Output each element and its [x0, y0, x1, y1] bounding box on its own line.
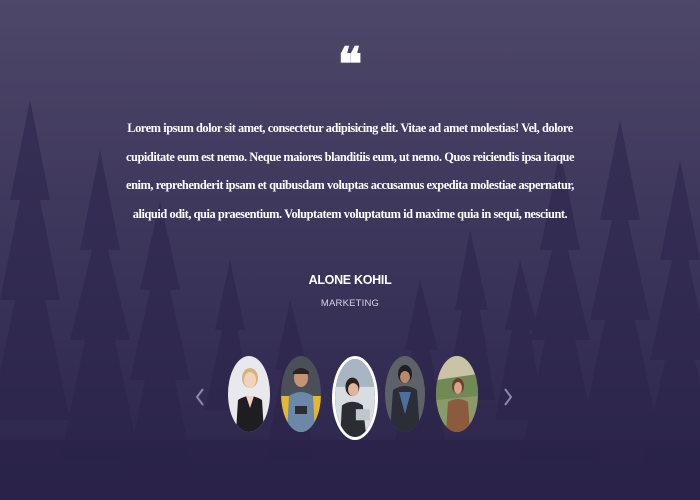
testimonial-section: ❝ Lorem ipsum dolor sit amet, consectetu…	[0, 0, 700, 500]
carousel-next-button[interactable]	[500, 384, 516, 410]
testimonial-text: Lorem ipsum dolor sit amet, consectetur …	[125, 121, 575, 221]
avatar-woman-blonde	[228, 356, 270, 432]
carousel-prev-button[interactable]	[192, 384, 208, 410]
avatar-man-standing	[385, 356, 425, 432]
avatar-thumbnail-5[interactable]	[436, 356, 478, 432]
avatar-thumbnail-2[interactable]	[281, 356, 321, 432]
avatar-woman-outdoors	[436, 356, 478, 432]
avatar-woman-laptop	[335, 359, 375, 437]
testimonial-author-role: MARKETING	[320, 298, 380, 309]
avatar-man-yellow-chair	[281, 356, 321, 432]
chevron-right-icon	[504, 388, 513, 406]
avatar-thumbnail-4[interactable]	[385, 356, 425, 432]
chevron-left-icon	[195, 388, 204, 406]
avatar-thumbnail-3-active[interactable]	[332, 356, 378, 440]
avatar-thumbnail-1[interactable]	[228, 356, 270, 432]
quote-icon: ❝	[337, 37, 363, 91]
testimonial-author-name: ALONE KOHIL	[308, 273, 392, 287]
